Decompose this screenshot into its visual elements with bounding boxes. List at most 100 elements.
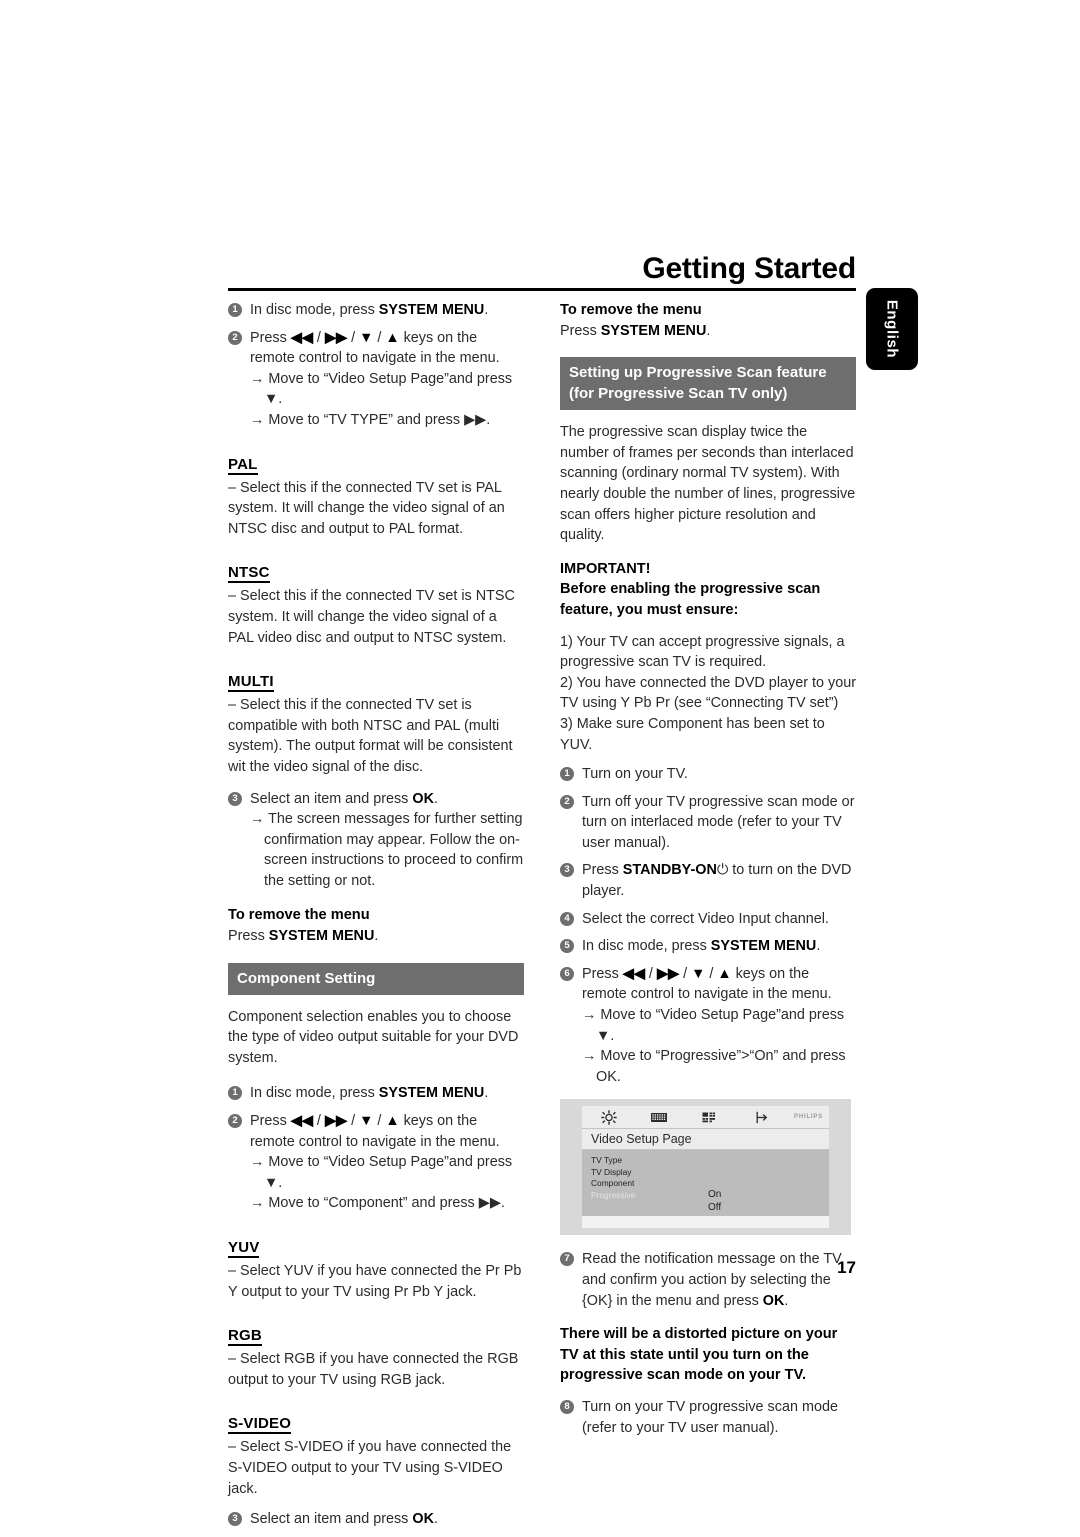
step-text-run: /: [705, 965, 718, 982]
step-note: → The screen messages for further settin…: [250, 811, 524, 889]
video-setup-page-screenshot: PHILIPS Video Setup Page TV Type TV Displ…: [560, 1099, 851, 1236]
term-label: RGB: [228, 1327, 262, 1347]
step-text-run: /: [644, 965, 657, 982]
term-definition: – Select this if the connected TV set is…: [228, 588, 515, 646]
step-text-run: /: [373, 329, 386, 346]
step-arrow-note: → Move to “Video Setup Page”and press ▼.: [582, 1007, 845, 1044]
general-setup-icon: [600, 1110, 618, 1126]
osd-menu-item[interactable]: TV Display: [591, 1167, 635, 1179]
important-subtitle: Before enabling the progressive scan fea…: [560, 581, 821, 618]
step-text-run: In disc mode, press: [250, 302, 379, 318]
step-text-emphasis: ▼: [691, 965, 706, 982]
term-entry: RGB – Select RGB if you have connected th…: [228, 1314, 524, 1390]
step-text-run: Press: [250, 1113, 291, 1130]
term-label: S-VIDEO: [228, 1415, 292, 1435]
step-text-emphasis: ◀◀: [622, 965, 645, 982]
osd-menu-list[interactable]: TV Type TV Display Component Progressive: [591, 1155, 635, 1201]
step-text-emphasis: ▶▶: [324, 329, 348, 346]
step-text: Select an item and press OK.: [250, 1511, 438, 1528]
term-label: NTSC: [228, 564, 270, 584]
step-text: Press ◀◀ / ▶▶ / ▼ / ▲ keys on the remote…: [250, 330, 500, 367]
term-label: PAL: [228, 455, 258, 475]
step-text: Select an item and press OK.: [250, 790, 438, 807]
manual-page: Getting Started English 1 7 1 In disc mode…: [0, 0, 1080, 1528]
numbered-step: 1 In disc mode, press SYSTEM MENU.: [228, 1083, 524, 1104]
step-text-run: Press: [582, 862, 623, 879]
term-label: MULTI: [228, 673, 274, 693]
step-text-emphasis: ◀◀: [290, 329, 313, 346]
important-requirements-list: 1) Your TV can accept progressive signal…: [560, 632, 856, 756]
term-entry: NTSC – Select this if the connected TV se…: [228, 551, 524, 648]
osd-value-option[interactable]: On: [708, 1189, 721, 1202]
step-bullet: 1: [228, 1086, 242, 1101]
step-arrow-note: → Move to “Component” and press ▶▶.: [250, 1195, 505, 1212]
audio-setup-icon: [650, 1110, 668, 1125]
important-block: IMPORTANT! Before enabling the progressi…: [560, 559, 856, 621]
progressive-intro-text: The progressive scan display twice the n…: [560, 424, 856, 544]
step-arrow-note: → Move to “TV TYPE” and press ▶▶.: [250, 411, 491, 428]
step-bullet: 3: [560, 863, 574, 878]
step-text-run: Turn off your TV progressive scan mode o…: [582, 793, 855, 851]
step-text: In disc mode, press SYSTEM MENU.: [250, 1085, 488, 1101]
step-text-run: /: [347, 1113, 360, 1130]
step-text: Press ◀◀ / ▶▶ / ▼ / ▲ keys on the remote…: [582, 966, 832, 1003]
step-text-run: Press: [250, 329, 291, 346]
step-text-run: /: [347, 329, 360, 346]
step-read-notification: 7 Read the notification message on the T…: [560, 1249, 856, 1311]
requirement-line: 3) Make sure Component has been set to Y…: [560, 715, 825, 753]
osd-value-option[interactable]: Off: [708, 1202, 721, 1215]
step-text-emphasis: ▶▶: [324, 1113, 348, 1130]
step-arrow-note: → Move to “Progressive”>“On” and press O…: [582, 1048, 846, 1085]
step-select-item-ok: 3 Select an item and press OK. → The scr…: [228, 789, 524, 892]
tv-type-term-list: PAL – Select this if the connected TV set…: [228, 443, 524, 778]
step-text-emphasis: SYSTEM MENU: [378, 302, 485, 318]
osd-footer-bar: [582, 1216, 829, 1229]
term-definition: – Select this if the connected TV set is…: [228, 479, 505, 537]
distorted-picture-warning: There will be a distorted picture on you…: [560, 1326, 838, 1384]
step-text-emphasis: STANDBY-ON: [622, 862, 717, 879]
step-text: Press ◀◀ / ▶▶ / ▼ / ▲ keys on the remote…: [250, 1113, 500, 1150]
term-entry: MULTI – Select this if the connected TV s…: [228, 660, 524, 777]
language-tab: English: [866, 288, 918, 370]
term-label: YUV: [228, 1239, 260, 1258]
numbered-step: 5 In disc mode, press SYSTEM MENU.: [560, 936, 856, 957]
step-text-emphasis: ▲: [385, 1113, 400, 1130]
step-text-emphasis: ▲: [717, 965, 732, 982]
step-text: Turn off your TV progressive scan mode o…: [582, 794, 854, 851]
component-term-list: YUV – Select YUV if you have connected th…: [228, 1226, 524, 1499]
component-intro-text: Component selection enables you to choos…: [228, 1008, 519, 1066]
remove-menu-line-left: Press SYSTEM MENU.: [228, 928, 379, 945]
step-turn-on-progressive: 8 Turn on your TV progressive scan mode …: [560, 1397, 856, 1438]
numbered-step: 6 Press ◀◀ / ▶▶ / ▼ / ▲ keys on the remot…: [560, 964, 856, 1088]
term-entry: PAL – Select this if the connected TV set…: [228, 443, 524, 540]
philips-logo: PHILIPS: [794, 1114, 823, 1121]
step-bullet: 2: [560, 794, 574, 809]
step-text-run: /: [373, 1113, 386, 1130]
term-definition: – Select YUV if you have connected the P…: [228, 1263, 522, 1300]
numbered-step: 1 In disc mode, press SYSTEM MENU.: [228, 300, 524, 321]
step-text-emphasis: ▲: [385, 329, 400, 346]
step-select-item-ok-2: 3 Select an item and press OK.: [228, 1509, 524, 1530]
step-bullet: 3: [228, 1512, 242, 1527]
step-text: Turn on your TV.: [582, 766, 688, 782]
step-text-emphasis: SYSTEM MENU: [710, 938, 817, 955]
step-bullet: 1: [560, 767, 574, 782]
osd-menu-item[interactable]: Component: [591, 1178, 635, 1190]
step-text: Press STANDBY-ON⏻ to turn on the DVD pla…: [582, 862, 851, 899]
step-bullet: 4: [560, 911, 574, 926]
step-text-run: Turn on your TV.: [582, 766, 688, 783]
requirement-line: 1) Your TV can accept progressive signal…: [560, 633, 845, 671]
term-definition: – Select RGB if you have connected the R…: [228, 1351, 519, 1388]
step-text-run: /: [312, 1113, 325, 1130]
step-text-run: ⏻: [716, 862, 729, 879]
remove-menu-heading-right: To remove the menu: [560, 302, 702, 318]
step-text-emphasis: ▶▶: [656, 965, 680, 982]
step-text-run: Press: [582, 965, 623, 982]
important-title: IMPORTANT!: [560, 560, 651, 577]
term-definition: – Select this if the connected TV set is…: [228, 697, 513, 775]
step-text: In disc mode, press SYSTEM MENU.: [250, 302, 488, 318]
osd-value-list[interactable]: On Off: [708, 1189, 721, 1214]
step-text: Read the notification message on the TV …: [582, 1251, 842, 1309]
osd-menu-item[interactable]: Progressive: [591, 1190, 635, 1202]
osd-menu-item[interactable]: TV Type: [591, 1155, 635, 1167]
